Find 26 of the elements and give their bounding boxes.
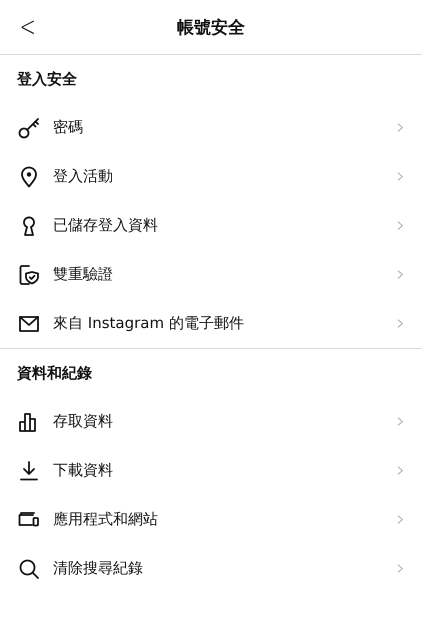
search-icon bbox=[17, 556, 41, 580]
settings-row[interactable]: 下載資料 › bbox=[0, 446, 422, 495]
chevron-icon: › bbox=[396, 262, 405, 287]
page-title: 帳號安全 bbox=[177, 16, 245, 38]
settings-row[interactable]: 密碼 › bbox=[0, 103, 422, 152]
section-heading: 登入安全 bbox=[17, 70, 77, 88]
chevron-icon: › bbox=[396, 115, 405, 140]
section-heading: 資料和紀錄 bbox=[17, 364, 92, 382]
download-icon bbox=[17, 458, 41, 482]
chevron-icon: › bbox=[396, 556, 405, 581]
chevron-icon: › bbox=[396, 164, 405, 189]
chevron-icon: › bbox=[396, 311, 405, 336]
back-button[interactable]: < bbox=[16, 12, 39, 42]
chevron-icon: › bbox=[396, 213, 405, 238]
settings-row[interactable]: 存取資料 › bbox=[0, 397, 422, 446]
settings-row[interactable]: 登入活動 › bbox=[0, 152, 422, 201]
key-icon bbox=[17, 116, 41, 140]
chevron-icon: › bbox=[396, 409, 405, 434]
phone-shield-icon bbox=[17, 262, 41, 286]
settings-row[interactable]: 雙重驗證 › bbox=[0, 250, 422, 299]
settings-row[interactable]: 已儲存登入資料 › bbox=[0, 201, 422, 250]
settings-row[interactable]: 清除搜尋紀錄 › bbox=[0, 544, 422, 593]
settings-row[interactable]: 應用程式和網站 › bbox=[0, 495, 422, 544]
chevron-icon: › bbox=[396, 458, 405, 483]
chevron-icon: › bbox=[396, 507, 405, 532]
settings-row[interactable]: 來自 Instagram 的電子郵件 › bbox=[0, 299, 422, 348]
